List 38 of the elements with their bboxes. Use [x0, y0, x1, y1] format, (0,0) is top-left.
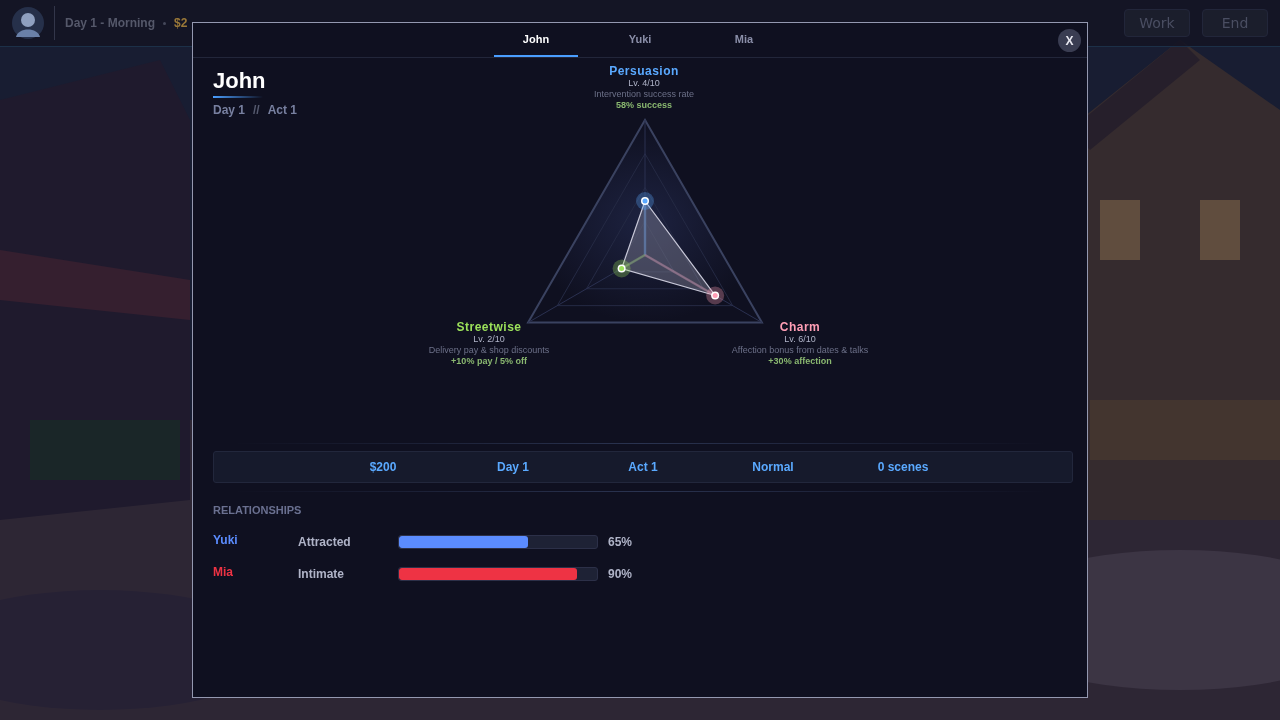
character-tab[interactable]: Yuki: [598, 23, 682, 57]
summary-value: Act 1: [627, 460, 659, 474]
close-button[interactable]: X: [1058, 29, 1081, 52]
relationship-status: Attracted: [298, 535, 352, 549]
stat-point: [636, 192, 654, 210]
avatar-icon[interactable]: [12, 7, 44, 39]
character-tab[interactable]: John: [494, 23, 578, 57]
stat-level: Lv. 2/10: [472, 334, 506, 345]
stat-description: Affection bonus from dates & talks: [731, 345, 869, 356]
affection-percent: 90%: [608, 567, 633, 581]
stat-name: Persuasion: [608, 64, 680, 78]
stat-point: [706, 286, 725, 305]
stat-name: Streetwise: [455, 320, 523, 334]
stat-point: [612, 259, 631, 278]
character-tab[interactable]: Mia: [702, 23, 786, 57]
subtitle-text: Day 1: [213, 103, 246, 117]
stat-description: Intervention success rate: [593, 89, 695, 100]
stat-level: Lv. 6/10: [783, 334, 817, 345]
section-title: RELATIONSHIPS: [213, 504, 303, 516]
summary-value: $200: [368, 460, 398, 474]
summary-value: 0 scenes: [876, 460, 930, 474]
money-label: $2: [174, 16, 188, 30]
affection-percent: 65%: [608, 535, 633, 549]
time-label: Day 1 - Morning: [65, 16, 155, 30]
stat-effect: +10% pay / 5% off: [450, 356, 528, 367]
relationship-name: Mia: [213, 565, 234, 579]
subtitle-text: Act 1: [267, 103, 298, 117]
stat-effect: 58% success: [614, 100, 673, 111]
summary-value: Day 1: [496, 460, 530, 474]
stat-description: Delivery pay & shop discounts: [428, 345, 550, 356]
relationship-name: Yuki: [213, 533, 239, 547]
stat-name: Charm: [778, 320, 822, 334]
summary-value: Normal: [751, 460, 795, 474]
stat-effect: +30% affection: [767, 356, 833, 367]
stat-level: Lv. 4/10: [627, 78, 661, 89]
relationship-status: Intimate: [298, 567, 345, 581]
subtitle-text: //: [253, 103, 260, 117]
character-name: John: [213, 68, 267, 94]
